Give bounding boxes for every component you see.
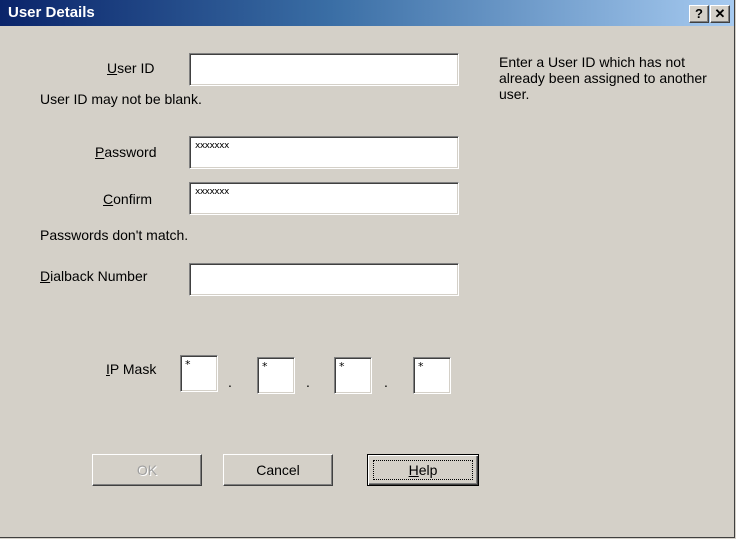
ip-mask-separator: . [306,374,310,390]
ip-mask-octet-2[interactable]: * [257,357,295,394]
user-id-label: User ID [107,60,155,76]
password-mismatch-error: Passwords don't match. [40,227,189,243]
password-input[interactable]: xxxxxxx [189,136,459,169]
confirm-label: Confirm [103,191,153,207]
dialback-number-label: Dialback Number [40,268,148,284]
dialback-number-input[interactable] [189,263,459,296]
user-details-dialog: User Details ? ✕ User ID User ID may not… [0,0,735,538]
ok-button[interactable]: OK [92,454,202,486]
ip-mask-octet-1[interactable]: * [180,355,218,392]
close-icon[interactable]: ✕ [710,5,730,23]
ip-mask-octet-3[interactable]: * [334,357,372,394]
ip-mask-octet-4[interactable]: * [413,357,451,394]
ip-mask-separator: . [228,374,232,390]
user-id-error: User ID may not be blank. [40,91,202,107]
confirm-password-input[interactable]: xxxxxxx [189,182,459,215]
help-button[interactable]: Help [367,454,479,486]
help-icon[interactable]: ? [689,5,709,23]
title-bar: User Details ? ✕ [0,0,734,26]
ip-mask-label: IP Mask [106,361,157,377]
cancel-button[interactable]: Cancel [223,454,333,486]
window-title: User Details [8,4,95,21]
password-label: Password [95,144,157,160]
focus-rectangle [373,460,473,480]
user-id-input[interactable] [189,53,459,86]
user-id-hint-text: Enter a User ID which has not already be… [499,54,707,102]
ip-mask-separator: . [384,374,388,390]
